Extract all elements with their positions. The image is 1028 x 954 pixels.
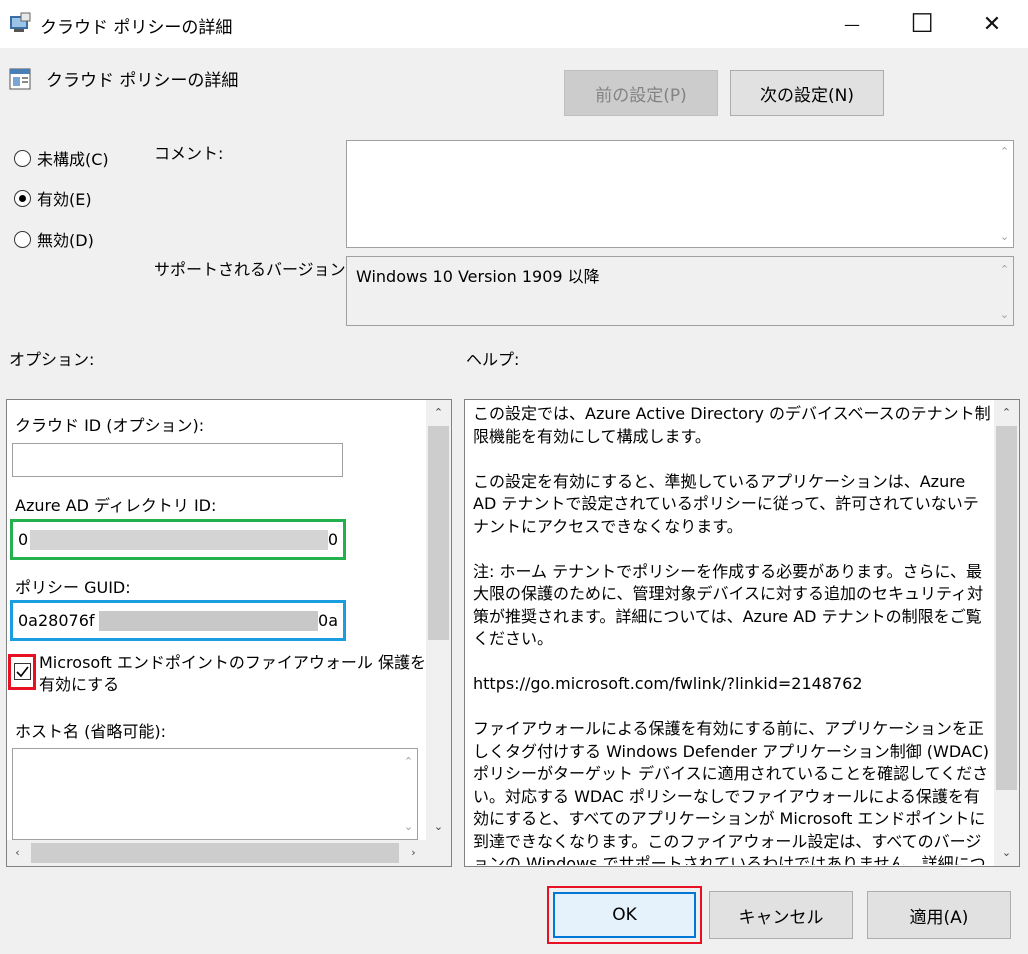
radio-enabled[interactable]: 有効(E): [14, 186, 92, 210]
options-horizontal-scrollbar[interactable]: ‹ ›: [7, 840, 426, 866]
comment-label: コメント:: [154, 144, 224, 163]
aad-directory-id-input[interactable]: 0 0: [14, 523, 342, 556]
ok-button-highlight: OK: [547, 886, 702, 944]
radio-circle: [14, 149, 31, 167]
scroll-down-icon[interactable]: ⌄: [996, 306, 1013, 323]
previous-setting-button[interactable]: 前の設定(P): [564, 70, 718, 116]
firewall-checkbox-label[interactable]: Microsoft エンドポイントのファイアウォール 保護を 有効にする: [39, 652, 426, 696]
options-panel: クラウド ID (オプション): Azure AD ディレクトリ ID: 0 0…: [6, 399, 452, 867]
setting-name: クラウド ポリシーの詳細: [46, 71, 239, 91]
policy-guid-value-suffix: 0a: [318, 611, 338, 630]
comment-value: [347, 141, 1013, 153]
help-paragraph: 注: ホーム テナントでポリシーを作成する必要があります。さらに、最大限の保護の…: [473, 561, 984, 649]
help-text: この設定では、Azure Active Directory のデバイスベースのテ…: [473, 403, 993, 865]
cancel-button[interactable]: キャンセル: [709, 891, 853, 939]
scroll-up-icon[interactable]: ⌃: [430, 404, 447, 421]
firewall-checkbox[interactable]: [14, 663, 31, 680]
radio-label: 無効(D): [37, 231, 94, 250]
scroll-thumb[interactable]: [31, 843, 399, 863]
help-vertical-scrollbar[interactable]: ⌃ ⌄: [994, 400, 1019, 866]
supported-textbox: ⌃ ⌄ Windows 10 Version 1909 以降: [346, 256, 1014, 326]
close-icon: ✕: [982, 11, 1002, 37]
apply-button[interactable]: 適用(A): [867, 891, 1011, 939]
checkbox-label-line2: 有効にする: [39, 675, 120, 694]
ok-button[interactable]: OK: [553, 892, 696, 938]
aad-directory-id-highlight: 0 0: [10, 519, 346, 560]
checkmark-icon: [16, 666, 29, 678]
radio-circle: [14, 189, 31, 207]
next-setting-button[interactable]: 次の設定(N): [730, 70, 884, 116]
aad-directory-id-value: 0: [18, 530, 29, 549]
comment-textarea[interactable]: ⌃ ⌄: [346, 140, 1014, 248]
policy-guid-label: ポリシー GUID:: [15, 578, 131, 597]
hostname-textarea[interactable]: ⌃ ⌄: [12, 748, 418, 840]
policy-guid-value: 0a28076f: [18, 611, 95, 630]
radio-not-configured[interactable]: 未構成(C): [14, 146, 109, 170]
close-button[interactable]: ✕: [960, 0, 1024, 48]
scroll-thumb[interactable]: [428, 426, 449, 640]
options-vertical-scrollbar[interactable]: ⌃ ⌄: [426, 400, 451, 840]
help-paragraph: この設定では、Azure Active Directory のデバイスベースのテ…: [473, 404, 991, 446]
scroll-down-icon[interactable]: ⌄: [400, 818, 417, 835]
scroll-up-icon[interactable]: ⌃: [996, 143, 1013, 160]
cloud-id-label: クラウド ID (オプション):: [15, 416, 205, 435]
supported-scrollbar[interactable]: ⌃ ⌄: [996, 257, 1013, 325]
redacted-value: [30, 529, 328, 550]
scroll-corner: [426, 840, 451, 866]
scroll-up-icon[interactable]: ⌃: [996, 261, 1013, 278]
comment-scrollbar[interactable]: ⌃ ⌄: [996, 141, 1013, 247]
supported-value: Windows 10 Version 1909 以降: [356, 267, 600, 286]
checkbox-label-line1: Microsoft エンドポイントのファイアウォール 保護を: [39, 653, 426, 672]
hostname-label: ホスト名 (省略可能):: [15, 722, 166, 741]
help-panel: この設定では、Azure Active Directory のデバイスベースのテ…: [464, 399, 1020, 867]
scroll-down-icon[interactable]: ⌄: [996, 228, 1013, 245]
maximize-icon: ☐: [910, 9, 934, 39]
scroll-up-icon[interactable]: ⌃: [998, 404, 1015, 421]
policy-app-icon: [9, 12, 31, 34]
redacted-value: [98, 610, 319, 631]
hostname-scrollbar[interactable]: ⌃ ⌄: [400, 749, 417, 839]
minimize-icon: —: [844, 14, 860, 34]
radio-label: 未構成(C): [37, 150, 109, 169]
scroll-up-icon[interactable]: ⌃: [400, 753, 417, 770]
help-link[interactable]: https://go.microsoft.com/fwlink/?linkid=…: [473, 673, 993, 696]
cloud-id-input[interactable]: [12, 443, 343, 477]
help-paragraph: この設定を有効にすると、準拠しているアプリケーションは、Azure AD テナン…: [473, 471, 979, 536]
radio-circle: [14, 230, 31, 248]
minimize-button[interactable]: —: [820, 0, 884, 48]
radio-label: 有効(E): [37, 190, 92, 209]
scroll-down-icon[interactable]: ⌄: [430, 818, 447, 835]
window-title: クラウド ポリシーの詳細: [40, 18, 233, 38]
maximize-button[interactable]: ☐: [890, 0, 954, 48]
radio-disabled[interactable]: 無効(D): [14, 227, 94, 251]
scroll-down-icon[interactable]: ⌄: [998, 844, 1015, 861]
help-label: ヘルプ:: [466, 350, 520, 369]
help-paragraph: ファイアウォールによる保護を有効にする前に、アプリケーションを正しくタグ付けする…: [473, 719, 989, 865]
setting-icon: [8, 66, 34, 92]
scroll-right-icon[interactable]: ›: [405, 844, 422, 861]
policy-guid-input[interactable]: 0a28076f 0a: [14, 604, 342, 637]
scroll-left-icon[interactable]: ‹: [9, 844, 26, 861]
policy-guid-highlight: 0a28076f 0a: [10, 600, 346, 641]
aad-directory-id-label: Azure AD ディレクトリ ID:: [15, 496, 217, 515]
firewall-checkbox-highlight: [8, 654, 36, 690]
supported-label: サポートされるバージョン:: [154, 260, 352, 279]
options-label: オプション:: [9, 350, 95, 369]
scroll-thumb[interactable]: [996, 426, 1017, 790]
aad-directory-id-value-tail: 0: [327, 530, 338, 549]
